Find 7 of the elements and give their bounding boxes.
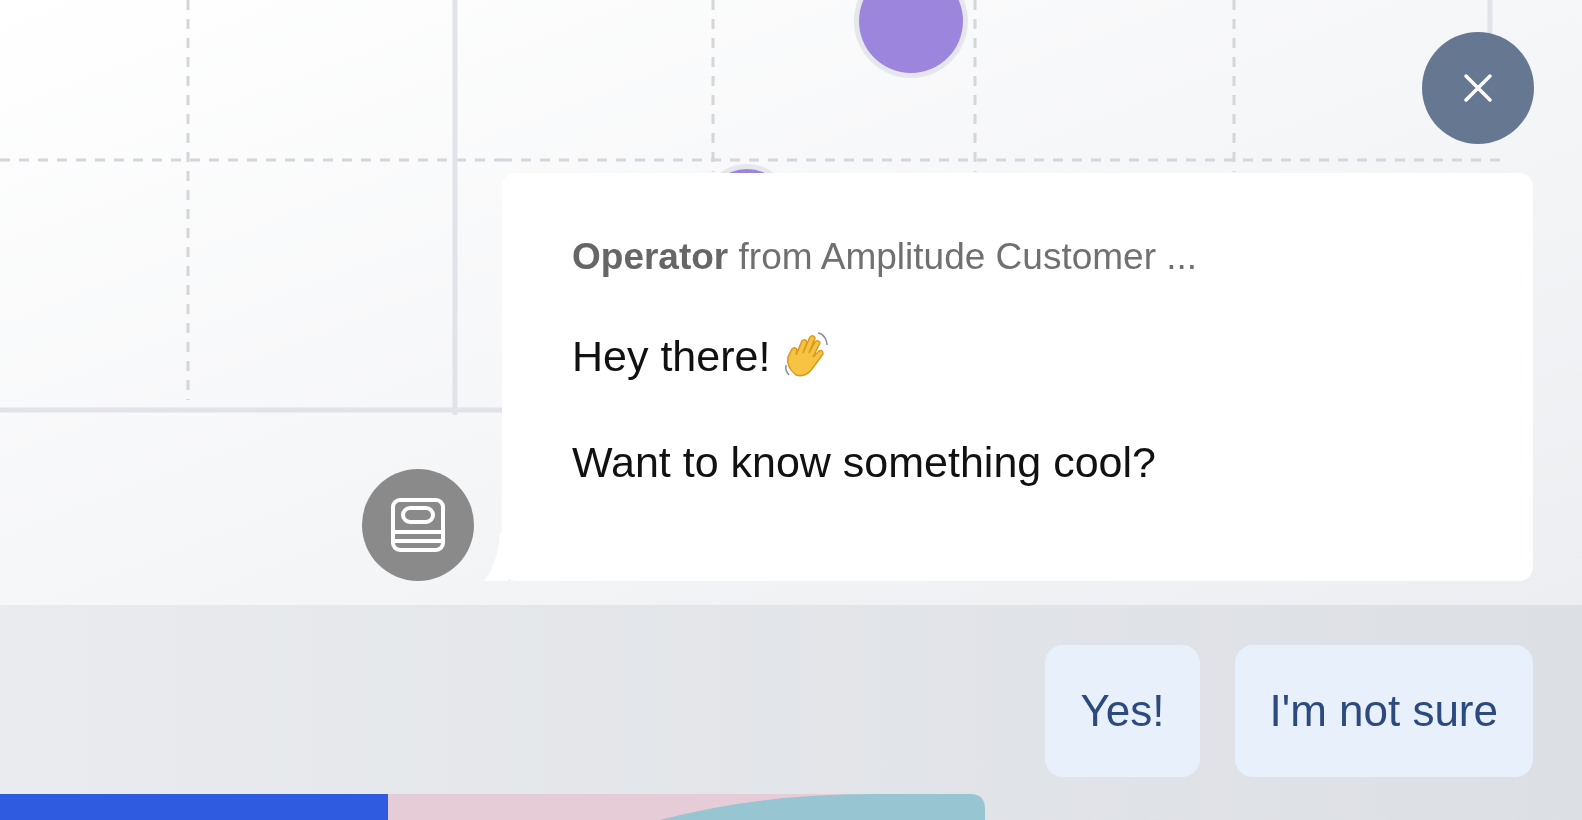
- card-icon: [390, 497, 446, 553]
- sender-line: Operator from Amplitude Customer ...: [572, 235, 1199, 279]
- message-text: Want to know something cool?: [572, 437, 1156, 487]
- reply-button[interactable]: Yes!: [1045, 645, 1200, 777]
- reply-button[interactable]: I'm not sure: [1234, 645, 1533, 777]
- message-text: Hey there!: [572, 331, 771, 381]
- close-icon: [1463, 73, 1493, 103]
